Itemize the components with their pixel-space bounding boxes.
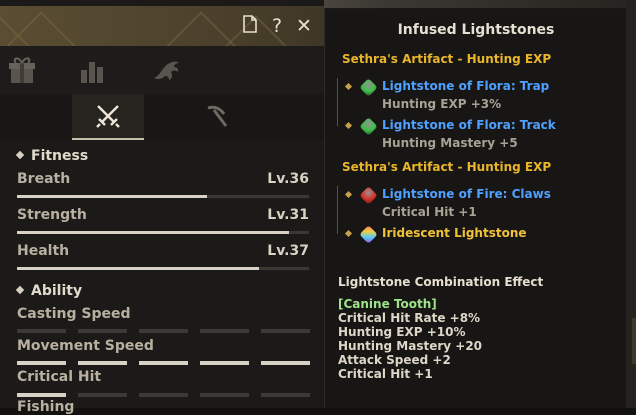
ability-heading: Ability bbox=[15, 283, 83, 299]
stat-label: Strength bbox=[17, 207, 87, 223]
progress-fill bbox=[17, 231, 289, 234]
help-icon[interactable]: ? bbox=[267, 15, 287, 37]
tooltip-title: Infused Lightstones bbox=[397, 22, 555, 38]
flora-lightstone-icon bbox=[359, 117, 378, 136]
combination-name: [Canine Tooth] bbox=[338, 297, 437, 311]
document-icon[interactable] bbox=[240, 15, 260, 37]
sub-tab-bar bbox=[0, 94, 324, 140]
segment-bar bbox=[17, 361, 310, 365]
segment bbox=[78, 329, 127, 333]
combination-effect: Hunting EXP +10% bbox=[338, 325, 466, 339]
progress-fill bbox=[17, 267, 260, 270]
segment bbox=[78, 393, 127, 397]
category-icon-bar bbox=[0, 46, 324, 94]
tab-lifeskill[interactable] bbox=[180, 94, 252, 140]
segment bbox=[261, 329, 310, 333]
bullet-icon bbox=[344, 229, 353, 238]
stat-label: Movement Speed bbox=[17, 338, 154, 354]
set-name: Sethra's Artifact - Hunting EXP bbox=[342, 52, 552, 66]
lightstone-name: Lightstone of Fire: Claws bbox=[382, 187, 551, 201]
lightstone-effect: Critical Hit +1 bbox=[382, 205, 477, 219]
stat-label: Casting Speed bbox=[17, 306, 131, 322]
background-edge bbox=[626, 0, 636, 408]
segment bbox=[139, 329, 188, 333]
bullet-icon bbox=[344, 121, 353, 130]
bullet-icon bbox=[344, 190, 353, 199]
iridescent-lightstone-icon bbox=[359, 225, 378, 244]
lightstone-effect: Hunting EXP +3% bbox=[382, 97, 502, 111]
segment bbox=[17, 329, 66, 333]
tab-combat[interactable] bbox=[72, 94, 144, 140]
tree-line bbox=[337, 186, 338, 234]
ability-title: Ability bbox=[31, 283, 83, 299]
segment bbox=[139, 361, 188, 365]
combination-title: Lightstone Combination Effect bbox=[338, 275, 544, 289]
segment bbox=[200, 361, 249, 365]
combination-effect: Critical Hit +1 bbox=[338, 367, 433, 381]
stat-level: Lv.31 bbox=[267, 207, 309, 223]
stat-level: Lv.37 bbox=[267, 243, 309, 259]
close-icon[interactable]: ✕ bbox=[294, 15, 314, 37]
flora-lightstone-icon bbox=[359, 78, 378, 97]
gift-icon[interactable] bbox=[6, 54, 38, 86]
progress-bar bbox=[17, 195, 309, 198]
tree-line bbox=[337, 78, 338, 126]
diamond-bullet-icon bbox=[15, 285, 25, 295]
combination-effect: Attack Speed +2 bbox=[338, 353, 451, 367]
character-stats-panel: ? ✕ Fitness Breath Lv.36 Strength Lv.31 … bbox=[0, 0, 324, 415]
crossed-swords-icon bbox=[96, 105, 120, 128]
progress-fill bbox=[17, 195, 207, 198]
lightstone-name: Iridescent Lightstone bbox=[382, 226, 527, 240]
segment bbox=[139, 393, 188, 397]
progress-bar bbox=[17, 231, 309, 234]
diamond-bullet-icon bbox=[15, 150, 25, 160]
lightstone-effect: Hunting Mastery +5 bbox=[382, 136, 518, 150]
fitness-title: Fitness bbox=[31, 148, 89, 164]
scroll-handle[interactable] bbox=[632, 318, 636, 364]
fire-lightstone-icon bbox=[359, 186, 378, 205]
fitness-heading: Fitness bbox=[15, 148, 89, 164]
bullet-icon bbox=[344, 82, 353, 91]
lightstone-name: Lightstone of Flora: Track bbox=[382, 118, 556, 132]
stat-label: Breath bbox=[17, 171, 71, 187]
pickaxe-icon bbox=[207, 105, 228, 127]
segment bbox=[200, 393, 249, 397]
stat-label: Health bbox=[17, 243, 70, 259]
dragon-emblem-icon[interactable] bbox=[150, 54, 182, 86]
set-name: Sethra's Artifact - Hunting EXP bbox=[342, 160, 552, 174]
segment bbox=[78, 361, 127, 365]
chart-bars-icon[interactable] bbox=[76, 54, 108, 86]
segment bbox=[17, 393, 66, 397]
stat-level: Lv.36 bbox=[267, 171, 309, 187]
progress-bar bbox=[17, 267, 309, 270]
stat-label: Critical Hit bbox=[17, 369, 102, 385]
lightstone-name: Lightstone of Flora: Trap bbox=[382, 79, 550, 93]
combination-effect: Hunting Mastery +20 bbox=[338, 339, 483, 353]
segment bbox=[261, 393, 310, 397]
segment bbox=[261, 361, 310, 365]
panel-header[interactable]: ? ✕ bbox=[0, 6, 324, 46]
segment-bar bbox=[17, 329, 310, 333]
combination-effect: Critical Hit Rate +8% bbox=[338, 311, 481, 325]
stat-label: Fishing bbox=[17, 399, 75, 415]
lightstone-tooltip: Infused Lightstones Sethra's Artifact - … bbox=[324, 8, 627, 408]
segment bbox=[200, 329, 249, 333]
segment bbox=[17, 361, 66, 365]
segment-bar bbox=[17, 393, 310, 397]
